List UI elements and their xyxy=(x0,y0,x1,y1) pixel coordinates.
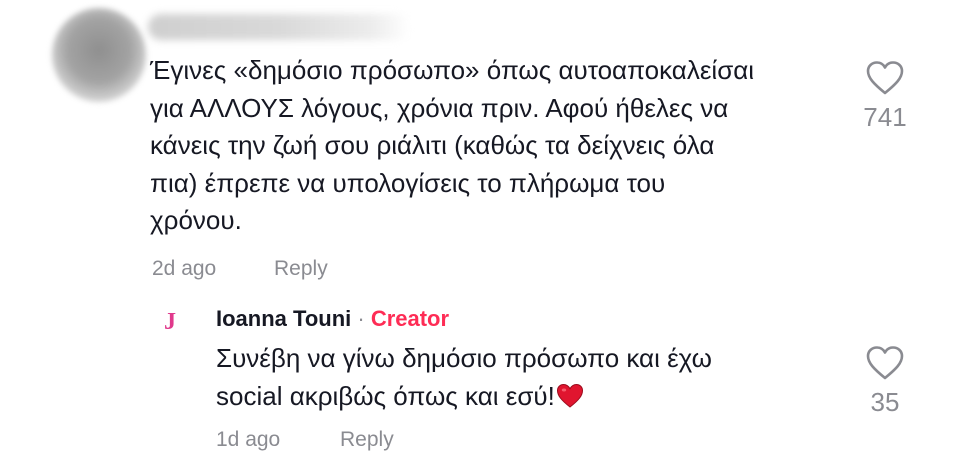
heart-outline-icon xyxy=(866,346,904,380)
reply-author-name[interactable]: Ioanna Touni xyxy=(216,306,351,331)
reply-text-block: Συνέβη να γίνω δημόσιο πρόσωπο και έχω s… xyxy=(216,340,836,415)
comment-like-count: 741 xyxy=(863,102,907,132)
reply-like-count: 35 xyxy=(870,387,900,417)
heart-outline-icon xyxy=(866,61,904,95)
reply-separator: · xyxy=(351,306,371,331)
creator-badge: Creator xyxy=(370,306,450,331)
comment-reply-button[interactable]: Reply xyxy=(274,257,328,281)
reply-header: Ioanna Touni · Creator xyxy=(216,305,449,333)
reply-text: Συνέβη να γίνω δημόσιο πρόσωπο και έχω s… xyxy=(216,343,712,411)
red-heart-emoji xyxy=(556,383,583,408)
comment-like-button[interactable] xyxy=(865,60,905,96)
reply-reply-button[interactable]: Reply xyxy=(340,428,394,452)
reply-avatar[interactable]: J xyxy=(164,309,186,339)
commenter-name-blurred[interactable] xyxy=(148,14,410,40)
comment-timestamp: 2d ago xyxy=(152,257,217,280)
reply-like-button[interactable] xyxy=(865,345,905,381)
commenter-avatar-blurred[interactable] xyxy=(52,8,146,102)
reply-timestamp: 1d ago xyxy=(216,428,281,451)
comment-text: Έγινες «δημόσιο πρόσωπο» όπως αυτοαποκαλ… xyxy=(150,55,755,235)
